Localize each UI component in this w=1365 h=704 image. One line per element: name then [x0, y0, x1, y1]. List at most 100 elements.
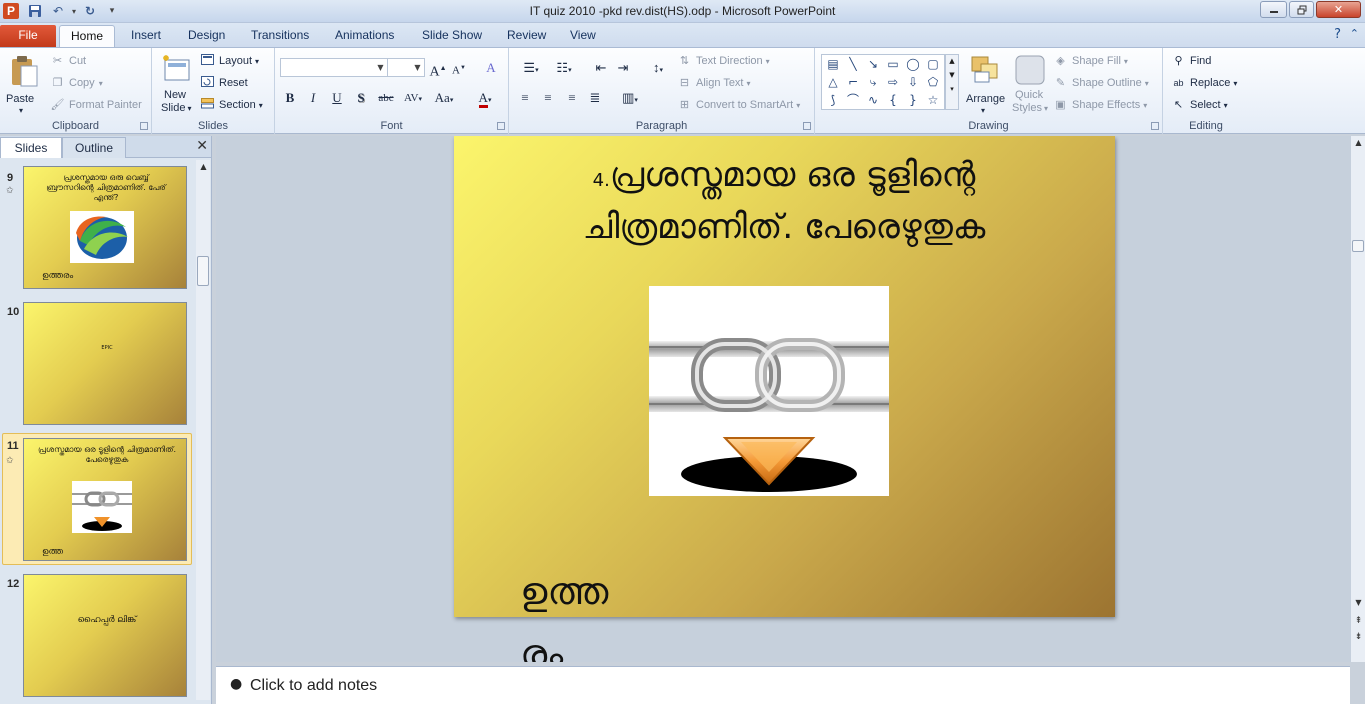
- tab-review[interactable]: Review: [496, 25, 557, 47]
- curve-shape-icon[interactable]: ∿: [864, 92, 882, 108]
- close-button[interactable]: ✕: [1316, 1, 1361, 18]
- decrease-indent-button[interactable]: ⇤: [591, 58, 611, 78]
- new-slide-button[interactable]: New Slide ▾: [156, 52, 196, 116]
- slide-thumbnail-12[interactable]: ഹൈപ്പർ ലിങ്ക്: [23, 574, 187, 697]
- rounded-rect-shape-icon[interactable]: ▢: [924, 56, 942, 72]
- cut-button[interactable]: ✂ Cut: [50, 54, 86, 68]
- clear-formatting-button[interactable]: A: [481, 58, 501, 78]
- shapes-gallery-scroll[interactable]: ▲ ▼ ▾: [945, 54, 959, 110]
- panel-scrollbar[interactable]: ▲: [196, 160, 210, 700]
- slide-thumbnail-10[interactable]: EPIC: [23, 302, 187, 425]
- increase-indent-button[interactable]: ⇥: [613, 58, 633, 78]
- tab-insert[interactable]: Insert: [120, 25, 172, 47]
- minimize-button[interactable]: [1260, 1, 1287, 18]
- shapes-gallery[interactable]: ▤ ╲ ↘ ▭ ◯ ▢ △ ⌐ ⤷ ⇨ ⇩ ⬠ ⟆ ⌒ ∿ { } ☆: [821, 54, 945, 110]
- line-shape-icon[interactable]: ╲: [844, 56, 862, 72]
- find-button[interactable]: ⚲ Find: [1171, 54, 1211, 68]
- canvas-scroll-thumb[interactable]: [1352, 240, 1364, 252]
- line-spacing-button[interactable]: ↕▾: [645, 58, 671, 78]
- hyperlink-chain-image[interactable]: [649, 286, 889, 496]
- slide-title[interactable]: 4.പ്രശസ്തമായ ഒര ടൂളിന്റെ ചിത്രമാണിത്. പേ…: [494, 152, 1074, 250]
- help-icon[interactable]: ?: [1334, 27, 1341, 42]
- select-button[interactable]: ↖ Select ▾: [1171, 98, 1228, 112]
- clipboard-launcher-icon[interactable]: [140, 122, 148, 130]
- previous-slide-icon[interactable]: ⇞: [1353, 616, 1364, 626]
- italic-button[interactable]: I: [303, 88, 323, 108]
- slide-thumbnail-11[interactable]: പ്രശസ്തമായ ഒര ടൂളിന്റെ ചിത്രമാണിത്. പേരെ…: [23, 438, 187, 561]
- shape-outline-button[interactable]: ✎ Shape Outline ▾: [1053, 76, 1149, 90]
- close-panel-icon[interactable]: ✕: [196, 138, 208, 154]
- underline-button[interactable]: U: [327, 88, 347, 108]
- next-slide-icon[interactable]: ⇟: [1353, 632, 1364, 642]
- align-right-button[interactable]: ≡: [562, 88, 582, 108]
- change-case-button[interactable]: Aa▾: [431, 88, 457, 108]
- bold-button[interactable]: B: [280, 88, 300, 108]
- star-shape-icon[interactable]: ☆: [924, 92, 942, 108]
- align-center-button[interactable]: ≡: [538, 88, 558, 108]
- columns-button[interactable]: ▥▾: [617, 88, 643, 108]
- shrink-font-button[interactable]: A▼: [449, 58, 469, 78]
- replace-button[interactable]: ab Replace ▾: [1171, 76, 1237, 90]
- tab-slides[interactable]: Slides: [0, 137, 62, 158]
- drawing-launcher-icon[interactable]: [1151, 122, 1159, 130]
- justify-button[interactable]: ≣: [585, 88, 605, 108]
- copy-button[interactable]: ❐ Copy ▾: [50, 76, 103, 90]
- tab-file[interactable]: File: [0, 25, 56, 47]
- convert-smartart-button[interactable]: ⊞ Convert to SmartArt ▾: [677, 98, 800, 112]
- notes-pane[interactable]: ● Click to add notes: [216, 666, 1350, 704]
- elbow-arrow-shape-icon[interactable]: ⤷: [864, 74, 882, 90]
- elbow-connector-shape-icon[interactable]: ⌐: [844, 74, 862, 90]
- bullets-button[interactable]: ☰▾: [516, 58, 546, 78]
- slide-thumbnail-9[interactable]: പ്രശസ്തമായ ഒരു വെബ്ബ് ബ്രൗസറിന്റെ ചിത്രമ…: [23, 166, 187, 289]
- reset-button[interactable]: Reset: [200, 76, 248, 90]
- right-arrow-shape-icon[interactable]: ⇨: [884, 74, 902, 90]
- paragraph-launcher-icon[interactable]: [803, 122, 811, 130]
- panel-scroll-thumb[interactable]: [197, 256, 209, 286]
- minimize-ribbon-icon[interactable]: ⌃: [1350, 27, 1359, 40]
- tab-outline[interactable]: Outline: [62, 137, 126, 158]
- rectangle-shape-icon[interactable]: ▭: [884, 56, 902, 72]
- align-left-button[interactable]: ≡: [515, 88, 535, 108]
- restore-button[interactable]: [1289, 1, 1314, 18]
- textbox-shape-icon[interactable]: ▤: [824, 56, 842, 72]
- scroll-down-icon[interactable]: ▼: [1353, 598, 1364, 607]
- down-arrow-shape-icon[interactable]: ⇩: [904, 74, 922, 90]
- paste-button[interactable]: Paste ▾: [5, 52, 43, 116]
- font-color-button[interactable]: A▾: [473, 88, 497, 108]
- arc-shape-icon[interactable]: ⌒: [844, 92, 862, 108]
- shape-fill-button[interactable]: ◈ Shape Fill ▾: [1053, 54, 1128, 68]
- tab-design[interactable]: Design: [177, 25, 236, 47]
- quick-styles-button[interactable]: Quick Styles ▾: [1009, 52, 1049, 116]
- shape-effects-button[interactable]: ▣ Shape Effects ▾: [1053, 98, 1147, 112]
- tab-animations[interactable]: Animations: [324, 25, 405, 47]
- slide-answer-text[interactable]: ഉത്ത രം: [520, 560, 608, 662]
- scroll-up-icon[interactable]: ▲: [198, 162, 209, 171]
- curved-connector-shape-icon[interactable]: ⟆: [824, 92, 842, 108]
- format-painter-button[interactable]: 🖌 Format Painter: [50, 98, 142, 112]
- numbering-button[interactable]: ☷▾: [549, 58, 579, 78]
- canvas-scrollbar[interactable]: ▲ ▼ ⇞ ⇟: [1350, 136, 1365, 662]
- flowchart-shape-icon[interactable]: ⬠: [924, 74, 942, 90]
- triangle-shape-icon[interactable]: △: [824, 74, 842, 90]
- notes-placeholder[interactable]: Click to add notes: [250, 677, 377, 695]
- character-spacing-button[interactable]: AV▾: [401, 88, 425, 108]
- left-brace-shape-icon[interactable]: {: [884, 92, 902, 108]
- arrow-line-shape-icon[interactable]: ↘: [864, 56, 882, 72]
- tab-view[interactable]: View: [559, 25, 607, 47]
- current-slide[interactable]: 4.പ്രശസ്തമായ ഒര ടൂളിന്റെ ചിത്രമാണിത്. പേ…: [454, 136, 1115, 662]
- arrange-button[interactable]: Arrange ▾: [963, 52, 1007, 116]
- align-text-button[interactable]: ⊟ Align Text ▾: [677, 76, 751, 90]
- font-size-combo[interactable]: ▼: [387, 58, 425, 77]
- scroll-up-icon[interactable]: ▲: [1353, 138, 1364, 147]
- strikethrough-button[interactable]: abc: [374, 88, 398, 108]
- tab-home[interactable]: Home: [59, 25, 116, 47]
- font-family-combo[interactable]: ▼: [280, 58, 388, 77]
- text-direction-button[interactable]: ⇅ Text Direction ▾: [677, 54, 770, 68]
- right-brace-shape-icon[interactable]: }: [904, 92, 922, 108]
- section-button[interactable]: Section ▾: [200, 98, 263, 112]
- text-shadow-button[interactable]: S: [351, 88, 371, 108]
- font-launcher-icon[interactable]: [497, 122, 505, 130]
- layout-button[interactable]: Layout ▾: [200, 54, 259, 68]
- grow-font-button[interactable]: A▲: [428, 58, 448, 80]
- tab-transitions[interactable]: Transitions: [240, 25, 320, 47]
